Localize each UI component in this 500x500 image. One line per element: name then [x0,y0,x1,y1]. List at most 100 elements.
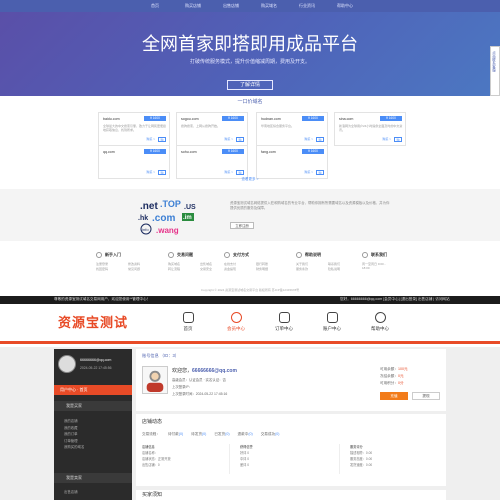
footer-link[interactable]: 修改资料 [128,262,156,266]
sidebar-buyer-section[interactable]: 我是买家 [54,401,132,411]
footer-link[interactable]: 注册登录 [96,262,124,266]
domain-name[interactable]: fang.com [261,150,276,154]
user-links[interactable]: 您好，66666666@qq.com [会员中心] [退出登录] 出售店铺 | … [340,297,450,302]
footer-link[interactable]: 转让流程 [168,267,196,271]
withdraw-button[interactable]: 提现 [412,392,440,400]
member-level: 高级会员：认证会员 · 实名认证：否 [172,378,226,382]
domain-name[interactable]: hudnan.com [261,117,281,121]
tab-shipped[interactable]: 已发货(0) [214,432,229,437]
cart-icon[interactable]: 购 [236,137,244,142]
register-now-button[interactable]: 立即注册 [230,222,254,229]
cart-icon[interactable]: 购 [316,137,324,142]
cart-icon[interactable]: 购 [158,137,166,142]
tab-pending-pay[interactable]: 待付款(0) [168,432,183,437]
footer-link[interactable]: 服务条款 [296,267,324,271]
site-logo[interactable]: 资源宝测试 [58,312,128,331]
balance-value: 100元 [397,367,408,371]
top-nav-buy-shop[interactable]: 购买店铺 [174,0,212,12]
footer-col: 支付方式在线支付 银行转账 资金提现 财务明细 [224,252,284,271]
nav-order-center[interactable]: 订单中心 [264,312,304,332]
avatar[interactable] [58,355,76,373]
recharge-button[interactable]: 充值 [380,392,408,400]
top-nav-buy-domain[interactable]: 购买域名 [250,0,288,12]
top-nav-home[interactable]: 首页 [136,0,174,12]
cart-icon[interactable]: 购 [158,170,166,175]
domain-more-link[interactable]: 查看更多 > [0,177,500,182]
footer-link[interactable]: 周一至周日 9:00 - 18:00 [362,262,390,270]
sidebar-item-bought-domains[interactable]: 我购买的域名 [64,444,84,451]
contact-service-widget[interactable]: 点击联系客服 [490,46,500,96]
domain-name[interactable]: sina.com [339,117,353,121]
domain-buy-link[interactable]: 购买 > [146,137,155,141]
domain-buy-link[interactable]: 购买 > [382,137,391,141]
domain-card[interactable]: sina.com ¥ 1600 新浪网为全球用户24小时提供全面及时的中文资讯。… [334,112,406,146]
sidebar-item-favorites[interactable]: 我的收藏 [64,425,84,432]
cart-icon[interactable]: 购 [316,170,324,175]
welcome-text: 欢迎您，66666666@qq.com [172,367,237,374]
account-title: 账号信息 （ID：3） [142,353,179,358]
user-avatar-icon [142,366,168,394]
account-icon [326,312,338,323]
footer-link[interactable]: 找回密码 [96,267,124,271]
domain-buy-link[interactable]: 购买 > [224,137,233,141]
reputation-box: 获得信誉 好评 0 中评 0 差评 0 [240,444,340,474]
domain-card[interactable]: hudnan.com ¥ 1600 华南地区综合服务平台。 购买 > 购 [256,112,328,146]
tab-success[interactable]: 交易成功(0) [261,432,280,437]
footer-link[interactable]: 资金提现 [224,267,252,271]
domain-card[interactable]: baidu.com ¥ 1600 全球最大的中文搜索引擎，致力于让网民更便捷地获… [98,112,170,146]
domain-name[interactable]: qq.com [103,150,115,154]
footer-col-head: 联系我们 [371,252,387,257]
footer-link[interactable]: 购买域名 [168,262,196,266]
domain-card[interactable]: fang.com ¥ 1600 购买 > 购 [256,145,328,179]
footer-link[interactable]: 常见问题 [128,267,156,271]
footer-col-icon [362,252,368,258]
footer-link[interactable]: 银行转账 [256,262,284,266]
tab-refunding[interactable]: 退款中(0) [238,432,253,437]
domain-name[interactable]: sogou.com [181,117,199,121]
sidebar-item-order-manage[interactable]: 订单管理 [64,438,84,445]
cart-icon[interactable]: 购 [394,137,402,142]
domain-card[interactable]: qq.com ¥ 1600 购买 > 购 [98,145,170,179]
sidebar-item-my-shop[interactable]: 我的店铺 [64,418,84,425]
shop-info-box: 店铺信息 店铺名称： 店铺状态：正常开放 出售店铺：0 [142,444,230,474]
sidebar-seller-section[interactable]: 我是卖家 [54,473,132,483]
footer-col-head: 帮助说明 [305,252,321,257]
nav-account-label: 账户中心 [323,326,341,331]
footer-col-head: 支付方式 [233,252,249,257]
shop-selling: 出售店铺：0 [142,463,160,467]
domain-buy-link[interactable]: 购买 > [304,170,313,174]
footer-link[interactable]: 关于我们 [296,262,324,266]
domain-buy-link[interactable]: 购买 > [224,170,233,174]
cart-icon[interactable]: 购 [236,170,244,175]
domain-name[interactable]: baidu.com [103,117,120,121]
home-icon [182,312,194,323]
learn-more-button[interactable]: 了解详情 [227,80,273,90]
top-nav-sell-shop[interactable]: 出售店铺 [212,0,250,12]
welcome-email: 66666666@qq.com [192,368,237,374]
footer-link[interactable]: 财务明细 [256,267,284,271]
top-nav-help[interactable]: 帮助中心 [326,0,364,12]
footer-col-icon [168,252,174,258]
sidebar-user-center[interactable]: 用户中心 · 首页 [54,385,132,395]
nav-order-label: 订单中心 [275,326,293,331]
domain-name[interactable]: sohu.com [181,150,197,154]
top-nav-news[interactable]: 行业资讯 [288,0,326,12]
tab-pending-ship[interactable]: 待发货(0) [191,432,206,437]
footer-link[interactable]: 在线支付 [224,262,252,266]
nav-home[interactable]: 首页 [168,312,208,332]
footer-link[interactable]: 隐私说明 [328,267,356,271]
domain-card[interactable]: sohu.com ¥ 1600 购买 > 购 [176,145,248,179]
footer-col: 联系我们周一至周日 9:00 - 18:00 [362,252,422,270]
balance-label: 可用余额： [380,367,398,371]
sidebar-item-my-orders[interactable]: 我的订单 [64,431,84,438]
sidebar-item-sell-shop[interactable]: 出售店铺 [64,489,78,496]
domain-buy-link[interactable]: 购买 > [304,137,313,141]
nav-member-center[interactable]: 会员中心 [216,312,256,332]
footer-col: 交易问题 购买域名 出售域名 转让流程 交易安全 [168,252,228,271]
domain-card[interactable]: sogou.com ¥ 1600 搜狗搜索，上网从搜狗开始。 购买 > 购 [176,112,248,146]
domain-buy-link[interactable]: 购买 > [146,170,155,174]
footer-link[interactable]: 联系我们 [328,262,356,266]
nav-help-center[interactable]: 帮助中心 [360,312,400,332]
domain-price: ¥ 1600 [222,116,244,121]
nav-account-center[interactable]: 账户中心 [312,312,352,332]
